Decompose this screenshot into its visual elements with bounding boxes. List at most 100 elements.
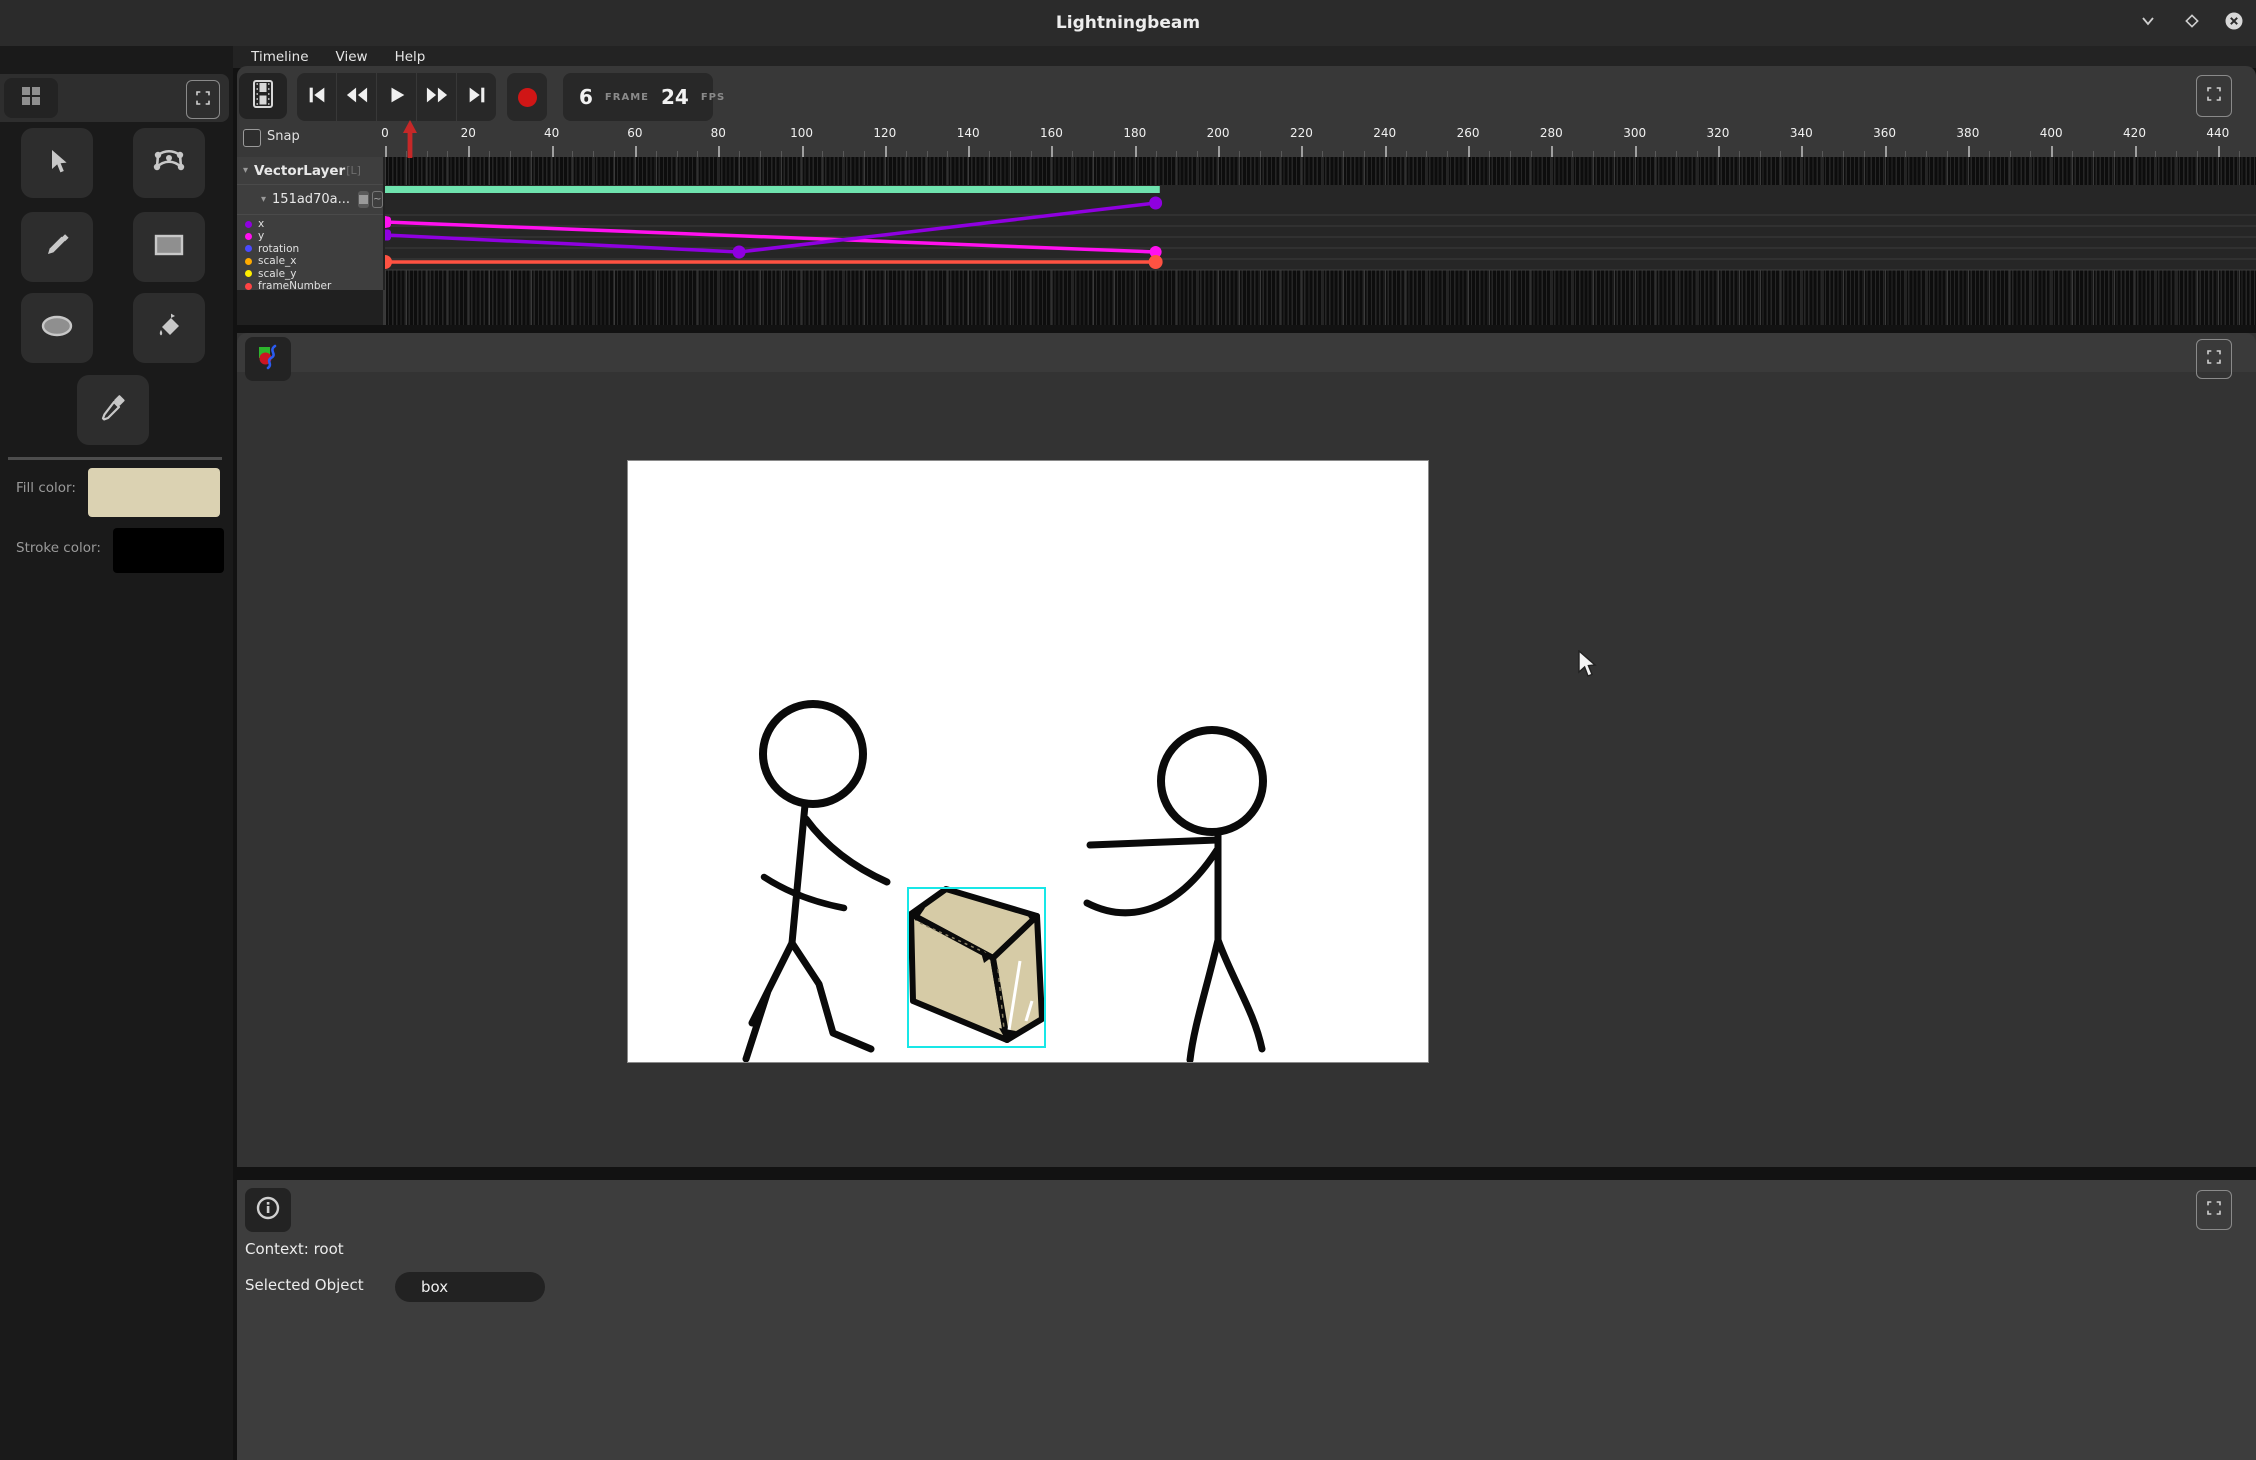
lightningbeam-app: { "window": { "title": "Lightningbeam", …	[0, 0, 2256, 1460]
property-row-frameNumber[interactable]: frameNumber	[237, 280, 383, 292]
ruler-tick	[968, 146, 970, 157]
ruler-tick	[552, 146, 554, 157]
keyframe-frameNumber-185[interactable]	[1149, 255, 1163, 269]
layer-row[interactable]: ▾ VectorLayer [L]	[237, 157, 383, 185]
object-visibility-button[interactable]	[358, 191, 369, 208]
menu-help[interactable]: Help	[395, 49, 426, 65]
ruler-tick	[1218, 146, 1220, 157]
grid-icon	[20, 85, 42, 111]
ellipse-tool-button[interactable]	[21, 293, 93, 363]
menu-view[interactable]: View	[336, 49, 368, 65]
ruler-tick	[1968, 146, 1970, 157]
select-tool-button[interactable]	[21, 128, 93, 198]
ruler-tick	[2051, 146, 2053, 157]
transform-tool-button[interactable]	[133, 128, 205, 198]
stroke-color-swatch[interactable]	[113, 528, 224, 573]
curve-start-cap[interactable]	[385, 217, 391, 228]
property-row-x[interactable]: x	[237, 218, 383, 230]
expand-icon	[2206, 86, 2222, 106]
timeline-expand-button[interactable]	[2196, 75, 2232, 117]
property-color-dot	[245, 221, 252, 228]
stick-figure-right[interactable]	[1087, 730, 1263, 1060]
keyframe-x-185[interactable]	[1149, 197, 1162, 210]
playhead[interactable]	[402, 120, 418, 158]
object-row[interactable]: ▾ 151ad70a... ~	[237, 185, 383, 215]
selected-object-label: Selected Object	[245, 1276, 364, 1294]
collapse-triangle-icon[interactable]: ▾	[243, 165, 248, 176]
property-row-scale_x[interactable]: scale_x	[237, 255, 383, 267]
canvas-expand-button[interactable]	[2196, 339, 2232, 379]
info-tab-button[interactable]	[245, 1188, 291, 1232]
ruler-label-440: 440	[2206, 126, 2229, 140]
ruler-label-360: 360	[1873, 126, 1896, 140]
maximize-button[interactable]	[2180, 11, 2204, 35]
keyframe-curves[interactable]	[385, 157, 2256, 325]
stage[interactable]	[628, 461, 1428, 1062]
fill-color-label: Fill color:	[16, 480, 76, 496]
film-button[interactable]	[239, 73, 287, 119]
info-panel: Context: root Selected Object box	[237, 1180, 2256, 1460]
fill-color-swatch[interactable]	[88, 468, 220, 517]
property-color-dot	[245, 245, 252, 252]
ruler-label-40: 40	[544, 126, 559, 140]
curve-start-cap[interactable]	[385, 230, 391, 241]
rewind-button[interactable]	[337, 73, 376, 121]
selected-object-field[interactable]: box	[395, 1272, 545, 1302]
fast-forward-icon	[425, 84, 449, 110]
ruler-label-320: 320	[1707, 126, 1730, 140]
skip-end-button[interactable]	[457, 73, 496, 121]
square-icon	[359, 195, 368, 204]
pencil-tool-button[interactable]	[21, 212, 93, 282]
keyframe-x-85[interactable]	[733, 246, 746, 259]
timeline-ruler[interactable]: 0204060801001201401601802002202402602803…	[237, 126, 2256, 157]
sidebar-expand-button[interactable]	[186, 80, 220, 119]
fast-forward-button[interactable]	[417, 73, 456, 121]
eyedropper-tool-button[interactable]	[77, 375, 149, 445]
pencil-icon	[42, 230, 72, 264]
ruler-label-140: 140	[957, 126, 980, 140]
menu-timeline[interactable]: Timeline	[251, 49, 308, 65]
box-object[interactable]	[908, 888, 1045, 1047]
frame-number[interactable]: 6	[579, 85, 593, 109]
ruler-label-420: 420	[2123, 126, 2146, 140]
record-button[interactable]	[507, 73, 547, 121]
tool-sidebar: Fill color: Stroke color:	[0, 46, 233, 1460]
ellipse-icon	[40, 314, 74, 342]
curve-start-cap[interactable]	[385, 257, 391, 268]
property-row-scale_y[interactable]: scale_y	[237, 268, 383, 280]
ruler-label-0: 0	[381, 126, 389, 140]
minimize-button[interactable]	[2136, 11, 2160, 35]
ruler-tick	[2218, 146, 2220, 157]
canvas-header	[237, 333, 2256, 372]
stage-tab-button[interactable]	[245, 337, 291, 381]
stick-figure-left[interactable]	[746, 704, 887, 1059]
play-button[interactable]	[377, 73, 416, 121]
object-ease-button[interactable]: ~	[372, 191, 383, 208]
info-expand-button[interactable]	[2196, 1190, 2232, 1230]
ruler-tick	[1885, 146, 1887, 157]
property-row-y[interactable]: y	[237, 230, 383, 242]
fps-number[interactable]: 24	[661, 85, 689, 109]
property-row-rotation[interactable]: rotation	[237, 243, 383, 255]
expand-icon	[2206, 349, 2222, 369]
skip-start-button[interactable]	[297, 73, 336, 121]
close-button[interactable]	[2222, 11, 2246, 35]
collapse-triangle-icon[interactable]: ▾	[261, 194, 266, 205]
clip-duration-bar[interactable]	[385, 186, 1160, 193]
ruler-label-260: 260	[1457, 126, 1480, 140]
ruler-label-400: 400	[2040, 126, 2063, 140]
ruler-label-340: 340	[1790, 126, 1813, 140]
frame-label: FRAME	[605, 92, 649, 103]
ruler-label-180: 180	[1123, 126, 1146, 140]
frame-fps-panel: 6 FRAME 24 FPS	[563, 73, 713, 121]
bucket-tool-button[interactable]	[133, 293, 205, 363]
paint-bucket-icon	[154, 311, 184, 345]
vector-shapes-icon	[255, 344, 281, 374]
object-name: 151ad70a...	[272, 192, 350, 207]
ruler-label-160: 160	[1040, 126, 1063, 140]
ruler-tick	[1718, 146, 1720, 157]
ruler-tick	[1051, 146, 1053, 157]
grid-view-button[interactable]	[4, 78, 58, 118]
rectangle-tool-button[interactable]	[133, 212, 205, 282]
ruler-tick	[1551, 146, 1553, 157]
